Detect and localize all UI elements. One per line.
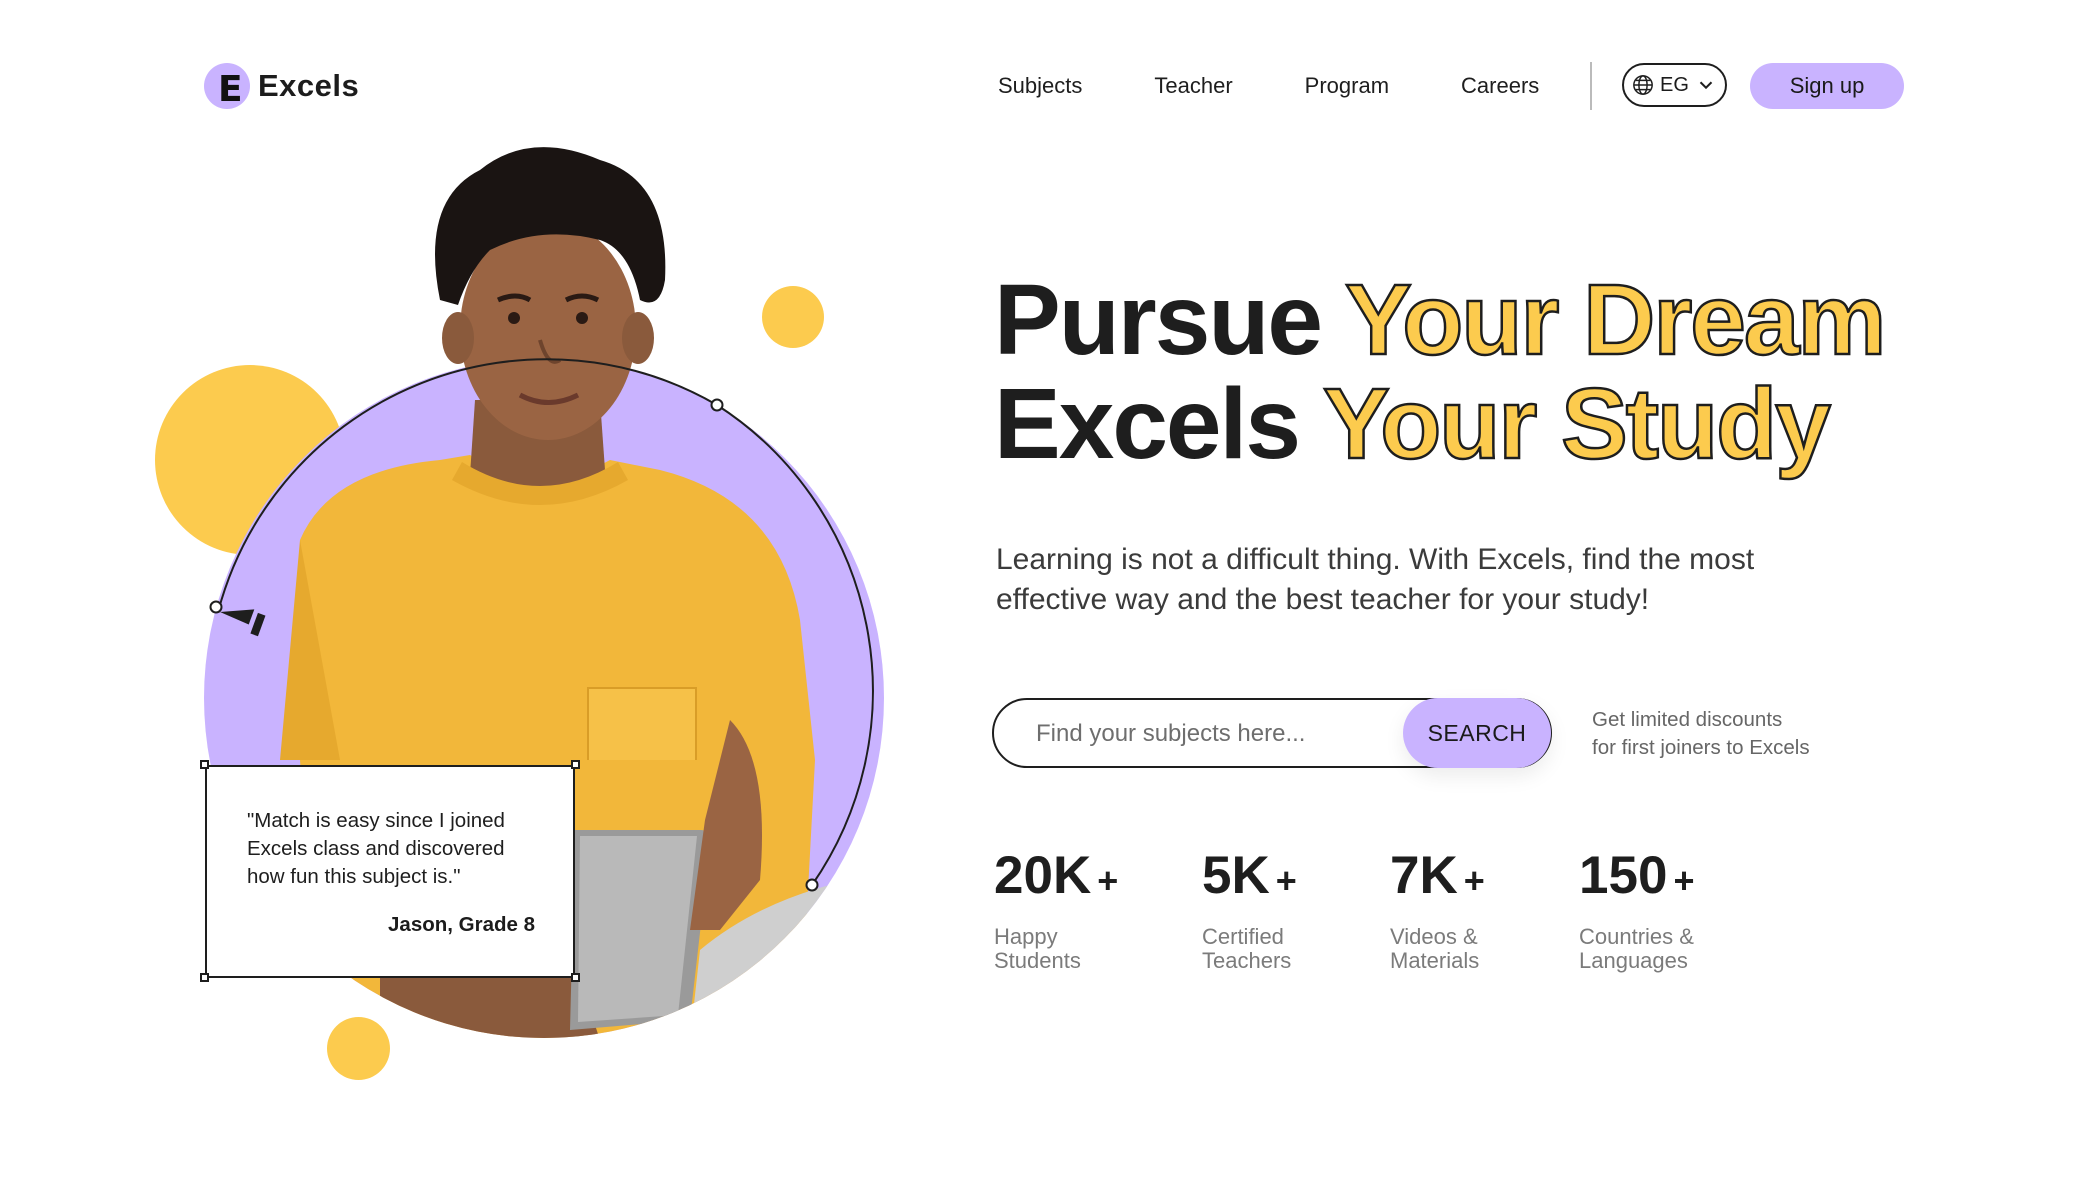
testimonial-quote: "Match is easy since I joined Excels cla…	[247, 809, 505, 888]
signup-button[interactable]: Sign up	[1750, 63, 1904, 109]
stat-countries: 150 + Countries & Languages	[1579, 846, 1695, 973]
headline-line2-gold: Your Study	[1322, 368, 1832, 480]
nav-item-program[interactable]: Program	[1305, 64, 1389, 108]
promo-line2: for first joiners to Excels	[1592, 736, 1810, 759]
chevron-down-icon	[1699, 81, 1713, 90]
selection-handle[interactable]	[571, 973, 580, 982]
hero-headline: Pursue Your Dream Excels Your Study	[994, 267, 1888, 478]
promo-text: Get limited discounts for first joiners …	[1592, 706, 1810, 762]
testimonial-card: "Match is easy since I joined Excels cla…	[205, 765, 575, 978]
stat-teachers: 5K + Certified Teachers	[1202, 846, 1297, 973]
stat-value: 150	[1579, 846, 1668, 905]
stat-value: 20K	[994, 846, 1092, 905]
headline-line1-gold: Your Dream	[1344, 264, 1888, 376]
nav-divider	[1590, 62, 1592, 110]
selection-handle[interactable]	[200, 760, 209, 769]
language-selector[interactable]: EG	[1622, 63, 1727, 107]
search-input[interactable]	[1034, 716, 1398, 752]
globe-icon	[1633, 75, 1653, 95]
hero-subtitle: Learning is not a difficult thing. With …	[996, 543, 1755, 616]
language-code: EG	[1660, 73, 1689, 96]
headline-line1-dark: Pursue	[994, 264, 1323, 376]
stat-students: 20K + Happy Students	[994, 846, 1119, 973]
main-nav: Subjects Teacher Program Careers	[998, 62, 1611, 110]
testimonial-author: Jason, Grade 8	[388, 913, 535, 936]
selection-handle[interactable]	[200, 973, 209, 982]
selection-handle[interactable]	[571, 760, 580, 769]
nav-item-careers[interactable]: Careers	[1461, 64, 1539, 108]
promo-line1: Get limited discounts	[1592, 708, 1783, 731]
stat-value: 7K	[1390, 846, 1458, 905]
stat-materials: 7K + Videos & Materials	[1390, 846, 1485, 973]
nav-item-subjects[interactable]: Subjects	[998, 64, 1082, 108]
search-button[interactable]: SEARCH	[1403, 698, 1551, 768]
nav-item-teacher[interactable]: Teacher	[1154, 64, 1232, 108]
stat-value: 5K	[1202, 846, 1270, 905]
headline-line2-dark: Excels	[994, 368, 1301, 480]
